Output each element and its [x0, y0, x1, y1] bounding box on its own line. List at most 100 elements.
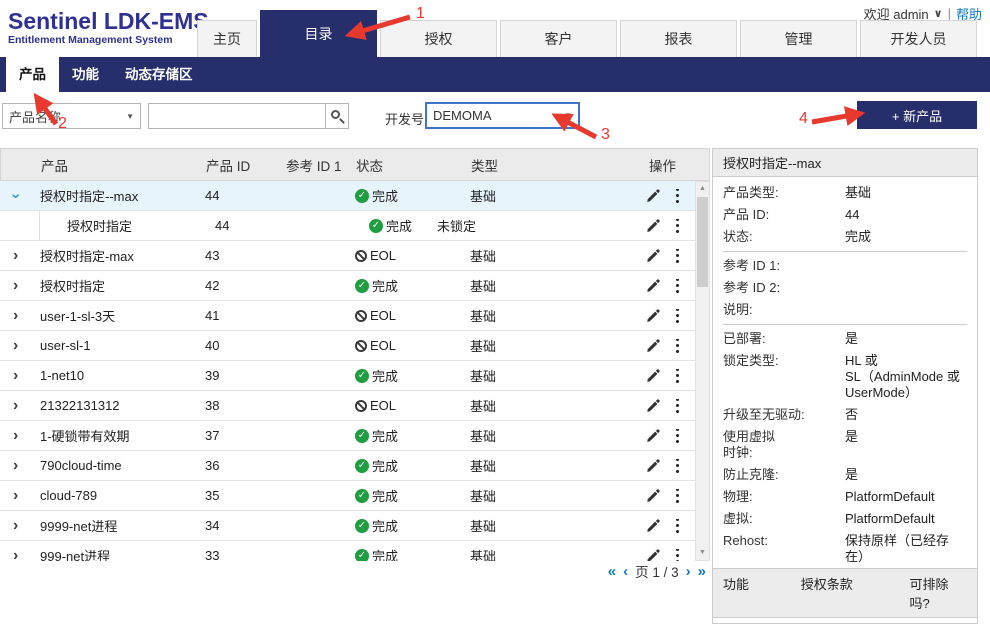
edit-icon[interactable]: [646, 189, 660, 203]
more-actions-icon[interactable]: [676, 194, 679, 197]
main-tab[interactable]: 主页: [197, 20, 257, 57]
table-row[interactable]: 21322131312 38 EOL 基础: [0, 391, 695, 421]
ops-cell: [640, 219, 695, 233]
more-actions-icon[interactable]: [676, 374, 679, 377]
row-expander[interactable]: [0, 488, 40, 503]
edit-icon[interactable]: [646, 429, 660, 443]
edit-icon[interactable]: [646, 219, 660, 233]
ops-cell: [640, 309, 695, 323]
more-actions-icon[interactable]: [676, 404, 679, 407]
subnav-item[interactable]: 动态存储区: [112, 55, 206, 92]
more-actions-icon[interactable]: [676, 494, 679, 497]
edit-icon[interactable]: [646, 489, 660, 503]
edit-icon[interactable]: [646, 519, 660, 533]
new-product-button[interactable]: + 新产品: [857, 101, 977, 129]
last-page-button[interactable]: »: [698, 563, 706, 580]
features-header: 功能 授权条款 可排除吗?: [713, 568, 977, 618]
table-row[interactable]: cloud-789 35 完成 基础: [0, 481, 695, 511]
subnav-item[interactable]: 产品: [6, 56, 59, 92]
more-actions-icon[interactable]: [676, 434, 679, 437]
column-header[interactable]: 操作: [641, 155, 696, 175]
ops-cell: [640, 369, 695, 383]
column-header[interactable]: 状态: [356, 155, 471, 175]
select-arrow-icon: ▼: [564, 111, 572, 120]
column-header[interactable]: 产品: [41, 155, 206, 175]
row-expander[interactable]: [0, 518, 40, 533]
table-row[interactable]: 999-net进程 33 完成 基础: [0, 541, 695, 561]
row-expander[interactable]: [0, 368, 40, 383]
table-row[interactable]: 授权时指定 42 完成 基础: [0, 271, 695, 301]
next-page-button[interactable]: ›: [686, 563, 691, 580]
more-actions-icon[interactable]: [676, 254, 679, 257]
table-row[interactable]: user-1-sl-3天 41 EOL 基础: [0, 301, 695, 331]
detail-field: 已部署: 是: [723, 324, 967, 350]
table-row[interactable]: 1-硬锁带有效期 37 完成 基础: [0, 421, 695, 451]
more-actions-icon[interactable]: [676, 344, 679, 347]
search-button[interactable]: [325, 103, 349, 129]
edit-icon[interactable]: [646, 249, 660, 263]
row-expander[interactable]: [0, 308, 40, 323]
scroll-up-icon[interactable]: ▲: [696, 182, 709, 196]
column-header[interactable]: 产品 ID: [206, 155, 286, 175]
main-tab[interactable]: 目录: [260, 10, 377, 57]
row-expander[interactable]: [0, 428, 40, 443]
edit-icon[interactable]: [646, 309, 660, 323]
main-tab[interactable]: 报表: [620, 20, 737, 57]
table-scrollbar[interactable]: ▲ ▼: [695, 181, 710, 561]
filter-bar: 产品名称 ▼ 开发号: DEMOMA ▼ + 新产品: [0, 92, 990, 145]
column-header[interactable]: 类型: [471, 155, 641, 175]
ops-cell: [640, 549, 695, 562]
table-header: 产品 产品 ID 参考 ID 1 状态 类型 操作: [0, 148, 710, 181]
main-tab[interactable]: 授权: [380, 20, 497, 57]
product-id-cell: 44: [205, 218, 285, 233]
more-actions-icon[interactable]: [676, 284, 679, 287]
more-actions-icon[interactable]: [676, 464, 679, 467]
main-tab[interactable]: 管理: [740, 20, 857, 57]
row-expander[interactable]: [0, 548, 40, 561]
more-actions-icon[interactable]: [676, 224, 679, 227]
product-name-filter-select[interactable]: 产品名称 ▼: [2, 103, 141, 129]
column-header[interactable]: 参考 ID 1: [286, 155, 356, 175]
prev-page-button[interactable]: ‹: [623, 563, 628, 580]
product-name-cell: 1-net10: [40, 368, 205, 383]
expander-icon: [13, 520, 18, 532]
main-tab[interactable]: 客户: [500, 20, 617, 57]
field-value: 完成: [845, 229, 967, 245]
row-expander[interactable]: [0, 398, 40, 413]
row-expander[interactable]: [0, 248, 40, 263]
table-row[interactable]: 9999-net进程 34 完成 基础: [0, 511, 695, 541]
first-page-button[interactable]: «: [608, 563, 616, 580]
row-expander[interactable]: [0, 188, 40, 203]
scrollbar-thumb[interactable]: [697, 197, 708, 287]
table-row[interactable]: 授权时指定 44 完成 未锁定: [0, 211, 695, 241]
more-actions-icon[interactable]: [676, 524, 679, 527]
detail-panel: 授权时指定--max 产品类型: 基础 产品 ID: 44 状态: 完成 参考 …: [712, 148, 978, 624]
edit-icon[interactable]: [646, 459, 660, 473]
more-actions-icon[interactable]: [676, 554, 679, 557]
more-actions-icon[interactable]: [676, 314, 679, 317]
expander-icon: [13, 340, 18, 352]
developer-select[interactable]: DEMOMA ▼: [425, 102, 580, 129]
table-row[interactable]: user-sl-1 40 EOL 基础: [0, 331, 695, 361]
edit-icon[interactable]: [646, 339, 660, 353]
scroll-down-icon[interactable]: ▼: [696, 546, 709, 560]
status-text: 完成: [372, 456, 398, 475]
main-tab[interactable]: 开发人员: [860, 20, 977, 57]
search-input[interactable]: [148, 103, 326, 129]
table-row[interactable]: 授权时指定-max 43 EOL 基础: [0, 241, 695, 271]
pagination: « ‹ 页 1 / 3 › »: [608, 561, 706, 581]
field-label: 参考 ID 1:: [723, 258, 845, 274]
status-cell: 完成: [355, 276, 470, 295]
edit-icon[interactable]: [646, 549, 660, 562]
table-row[interactable]: 授权时指定--max 44 完成 基础: [0, 181, 695, 211]
edit-icon[interactable]: [646, 399, 660, 413]
table-row[interactable]: 790cloud-time 36 完成 基础: [0, 451, 695, 481]
row-expander[interactable]: [0, 211, 40, 240]
row-expander[interactable]: [0, 278, 40, 293]
subnav-item[interactable]: 功能: [59, 55, 112, 92]
edit-icon[interactable]: [646, 369, 660, 383]
edit-icon[interactable]: [646, 279, 660, 293]
table-row[interactable]: 1-net10 39 完成 基础: [0, 361, 695, 391]
row-expander[interactable]: [0, 338, 40, 353]
row-expander[interactable]: [0, 458, 40, 473]
